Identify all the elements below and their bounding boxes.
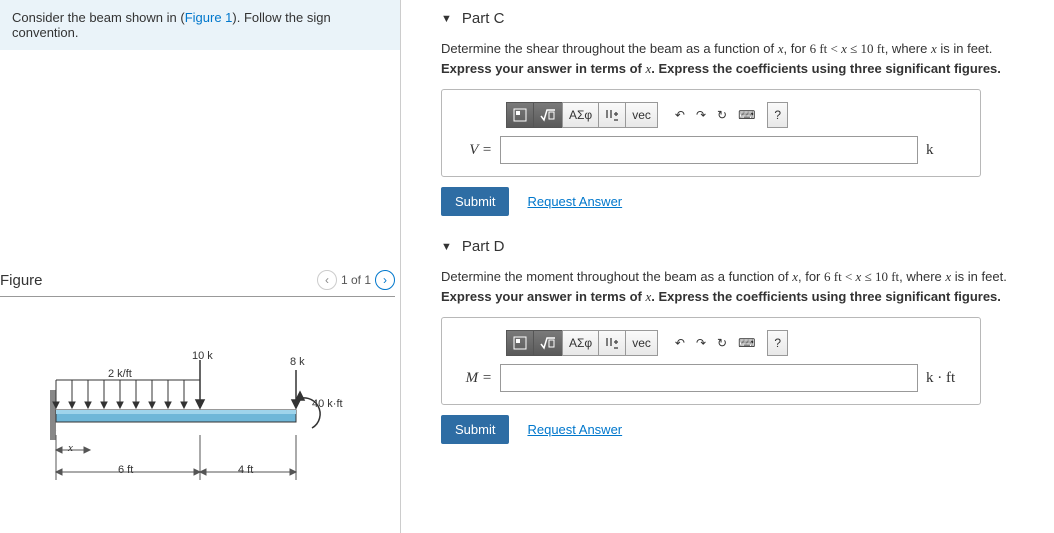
dim1-label: 6 ft — [118, 464, 133, 476]
part-d: ▼ Part D Determine the moment throughout… — [441, 238, 1054, 444]
point-load-label: 10 k — [192, 350, 213, 362]
part-c-input[interactable] — [500, 136, 918, 164]
part-c: ▼ Part C Determine the shear throughout … — [441, 10, 1054, 216]
part-c-title: Part C — [462, 10, 505, 27]
root-button[interactable] — [533, 102, 563, 128]
dim-x-label: x — [68, 442, 73, 454]
part-d-request-link[interactable]: Request Answer — [527, 422, 622, 437]
part-d-range: 6 ft < x ≤ 10 ft — [824, 269, 899, 284]
caret-down-icon: ▼ — [441, 241, 452, 253]
figure-title: Figure — [0, 272, 43, 289]
reset-button[interactable]: ↻ — [711, 330, 733, 356]
moment-label: 40 k·ft — [312, 398, 343, 410]
greek-button[interactable]: ΑΣφ — [562, 102, 599, 128]
part-d-title: Part D — [462, 238, 505, 255]
keyboard-button[interactable]: ⌨ — [732, 102, 761, 128]
vec-button[interactable]: vec — [625, 330, 658, 356]
subscript-button[interactable] — [598, 102, 626, 128]
part-c-description: Determine the shear throughout the beam … — [441, 41, 1054, 57]
part-d-toolbar: ΑΣφ vec ↶ ↷ ↻ ⌨ ? — [506, 330, 966, 356]
part-d-header[interactable]: ▼ Part D — [441, 238, 1054, 255]
vec-button[interactable]: vec — [625, 102, 658, 128]
part-c-unit: k — [926, 142, 966, 159]
dim2-label: 4 ft — [238, 464, 253, 476]
part-c-instruction: Express your answer in terms of x. Expre… — [441, 61, 1054, 77]
pager-next-button[interactable]: › — [375, 270, 395, 290]
part-c-request-link[interactable]: Request Answer — [527, 194, 622, 209]
redo-button[interactable]: ↷ — [690, 330, 712, 356]
part-d-submit-button[interactable]: Submit — [441, 415, 509, 444]
dist-load-label: 2 k/ft — [108, 368, 132, 380]
part-d-lhs: M = — [456, 370, 492, 387]
subscript-button[interactable] — [598, 330, 626, 356]
figure-pager: ‹ 1 of 1 › — [317, 270, 395, 290]
pager-count: 1 of 1 — [341, 273, 371, 287]
end-load-label: 8 k — [290, 356, 305, 368]
part-c-header[interactable]: ▼ Part C — [441, 10, 1054, 27]
reset-button[interactable]: ↻ — [711, 102, 733, 128]
root-button[interactable] — [533, 330, 563, 356]
caret-down-icon: ▼ — [441, 13, 452, 25]
part-c-answer-block: ΑΣφ vec ↶ ↷ ↻ ⌨ ? V = k — [441, 89, 981, 177]
part-c-submit-button[interactable]: Submit — [441, 187, 509, 216]
part-d-description: Determine the moment throughout the beam… — [441, 269, 1054, 285]
templates-button[interactable] — [506, 330, 534, 356]
part-d-answer-block: ΑΣφ vec ↶ ↷ ↻ ⌨ ? M = k · ft — [441, 317, 981, 405]
intro-text-pre: Consider the beam shown in ( — [12, 10, 185, 25]
part-c-toolbar: ΑΣφ vec ↶ ↷ ↻ ⌨ ? — [506, 102, 966, 128]
part-c-lhs: V = — [456, 142, 492, 159]
keyboard-button[interactable]: ⌨ — [732, 330, 761, 356]
greek-button[interactable]: ΑΣφ — [562, 330, 599, 356]
redo-button[interactable]: ↷ — [690, 102, 712, 128]
problem-intro: Consider the beam shown in (Figure 1). F… — [0, 0, 400, 50]
help-button[interactable]: ? — [767, 102, 788, 128]
part-c-range: 6 ft < x ≤ 10 ft — [810, 41, 885, 56]
pager-prev-button[interactable]: ‹ — [317, 270, 337, 290]
undo-button[interactable]: ↶ — [669, 330, 691, 356]
part-d-input[interactable] — [500, 364, 918, 392]
templates-button[interactable] — [506, 102, 534, 128]
undo-button[interactable]: ↶ — [669, 102, 691, 128]
part-d-instruction: Express your answer in terms of x. Expre… — [441, 289, 1054, 305]
beam-diagram: 2 k/ft 10 k 8 k 40 k·ft x 6 ft 4 ft — [50, 350, 350, 490]
figure-link[interactable]: Figure 1 — [185, 10, 233, 25]
part-d-unit: k · ft — [926, 370, 966, 387]
help-button[interactable]: ? — [767, 330, 788, 356]
